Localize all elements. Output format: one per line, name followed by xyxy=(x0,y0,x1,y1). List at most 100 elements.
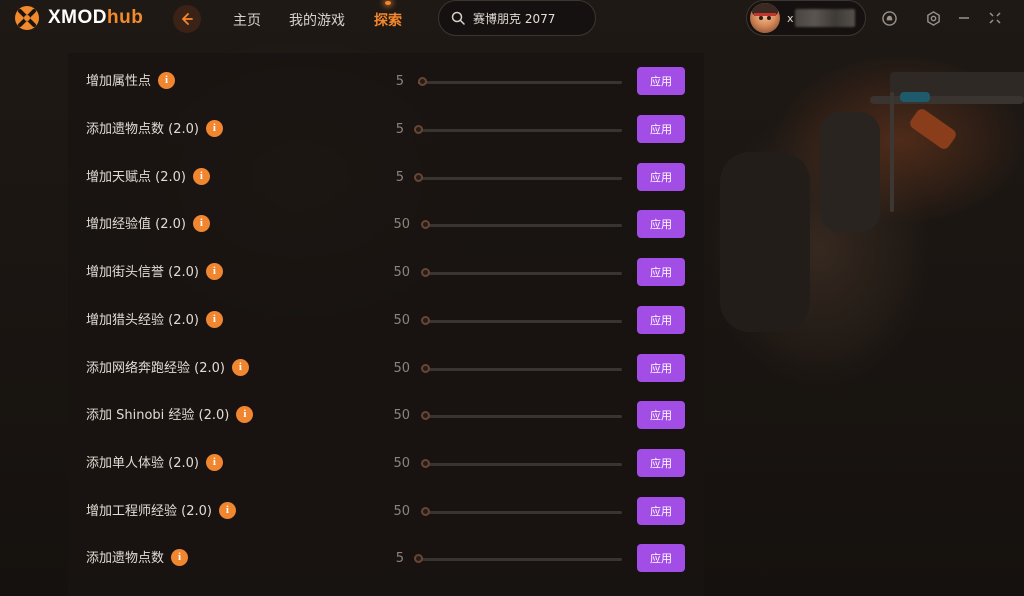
apply-button[interactable]: 应用 xyxy=(637,115,685,143)
value-slider[interactable] xyxy=(421,316,622,325)
slider-handle[interactable] xyxy=(418,77,428,86)
background-artwork xyxy=(700,52,1024,596)
option-row: 增加工程师经验 (2.0) i 50 应用 xyxy=(68,492,704,532)
slider-handle[interactable] xyxy=(414,173,423,182)
value-slider[interactable] xyxy=(414,125,622,134)
option-label-text: 添加遗物点数 xyxy=(86,551,165,566)
option-value: 5 xyxy=(395,170,404,185)
nav-my-games[interactable]: 我的游戏 xyxy=(289,10,345,30)
option-label: 增加经验值 (2.0) i xyxy=(86,205,210,245)
value-slider[interactable] xyxy=(421,364,622,373)
option-row: 增加属性点 i 5 应用 xyxy=(68,62,704,102)
info-icon[interactable]: i xyxy=(205,454,223,471)
option-label: 添加单人体验 (2.0) i xyxy=(86,444,223,484)
active-nav-indicator xyxy=(385,1,391,5)
slider-handle[interactable] xyxy=(421,507,430,516)
option-label: 添加网络奔跑经验 (2.0) i xyxy=(86,349,249,389)
slider-handle[interactable] xyxy=(421,220,430,229)
back-button[interactable] xyxy=(173,5,201,33)
value-slider[interactable] xyxy=(421,220,622,229)
slider-handle[interactable] xyxy=(421,316,430,325)
option-label: 添加 Shinobi 经验 (2.0) i xyxy=(86,396,254,436)
username: x xyxy=(787,12,794,25)
value-slider[interactable] xyxy=(414,173,622,182)
info-icon[interactable]: i xyxy=(158,72,176,89)
apply-button[interactable]: 应用 xyxy=(637,163,685,191)
slider-handle[interactable] xyxy=(421,364,430,373)
option-label: 增加天赋点 (2.0) i xyxy=(86,158,210,198)
option-label-text: 增加天赋点 (2.0) xyxy=(86,170,186,185)
info-icon[interactable]: i xyxy=(192,168,210,185)
apply-button[interactable]: 应用 xyxy=(637,306,685,334)
fullscreen-icon[interactable] xyxy=(987,10,1003,26)
settings-icon[interactable] xyxy=(925,10,941,26)
value-slider[interactable] xyxy=(421,507,622,516)
info-icon[interactable]: i xyxy=(205,263,223,280)
info-icon[interactable]: i xyxy=(205,311,223,328)
app-logo[interactable]: XMODhub xyxy=(14,5,143,31)
option-row: 添加 Shinobi 经验 (2.0) i 50 应用 xyxy=(68,396,704,436)
logo-text: XMODhub xyxy=(48,7,144,28)
option-label-text: 增加工程师经验 (2.0) xyxy=(86,504,212,519)
option-label-text: 增加猎头经验 (2.0) xyxy=(86,313,199,328)
option-value: 50 xyxy=(393,361,410,376)
slider-handle[interactable] xyxy=(414,125,423,134)
option-label-text: 增加经验值 (2.0) xyxy=(86,217,186,232)
slider-handle[interactable] xyxy=(421,268,430,277)
option-value: 5 xyxy=(395,551,404,566)
option-row: 添加单人体验 (2.0) i 50 应用 xyxy=(68,444,704,484)
cheat-options-panel: 增加属性点 i 5 应用 添加遗物点数 (2.0) i 5 应用 增加天赋点 (2.0) i 5 应用… xyxy=(68,53,704,596)
option-row: 增加经验值 (2.0) i 50 应用 xyxy=(68,205,704,245)
value-slider[interactable] xyxy=(418,77,622,86)
option-value: 50 xyxy=(393,265,410,280)
option-label-text: 增加属性点 xyxy=(86,74,152,89)
apply-button[interactable]: 应用 xyxy=(637,401,685,429)
logo-icon xyxy=(14,5,40,31)
avatar xyxy=(750,3,780,33)
option-value: 50 xyxy=(393,456,410,471)
option-label-text: 添加 Shinobi 经验 (2.0) xyxy=(86,408,230,423)
info-icon[interactable]: i xyxy=(218,502,236,519)
apply-button[interactable]: 应用 xyxy=(637,354,685,382)
value-slider[interactable] xyxy=(421,459,622,468)
value-slider[interactable] xyxy=(414,554,622,563)
apply-button[interactable]: 应用 xyxy=(637,258,685,286)
user-profile[interactable]: x xyxy=(746,0,866,36)
apply-button[interactable]: 应用 xyxy=(637,544,685,572)
value-slider[interactable] xyxy=(421,268,622,277)
info-icon[interactable]: i xyxy=(171,549,189,566)
nav-home[interactable]: 主页 xyxy=(233,10,261,30)
option-label: 增加工程师经验 (2.0) i xyxy=(86,492,236,532)
option-value: 50 xyxy=(393,217,410,232)
apply-button[interactable]: 应用 xyxy=(637,210,685,238)
info-icon[interactable]: i xyxy=(236,406,254,423)
apply-button[interactable]: 应用 xyxy=(637,497,685,525)
option-row: 增加街头信誉 (2.0) i 50 应用 xyxy=(68,253,704,293)
option-label: 增加猎头经验 (2.0) i xyxy=(86,301,223,341)
info-icon[interactable]: i xyxy=(192,215,210,232)
search-box[interactable]: 赛博朋克 2077 xyxy=(438,0,596,36)
notification-bell-icon[interactable] xyxy=(881,10,897,26)
nav-explore[interactable]: 探索 xyxy=(374,10,402,30)
option-label-text: 添加单人体验 (2.0) xyxy=(86,456,199,471)
username-redacted xyxy=(795,9,855,27)
minimize-icon[interactable] xyxy=(956,10,972,26)
arrow-left-icon xyxy=(182,13,193,25)
slider-handle[interactable] xyxy=(414,554,423,563)
option-row: 增加猎头经验 (2.0) i 50 应用 xyxy=(68,301,704,341)
value-slider[interactable] xyxy=(421,411,622,420)
search-input[interactable]: 赛博朋克 2077 xyxy=(473,10,555,27)
slider-handle[interactable] xyxy=(421,459,430,468)
info-icon[interactable]: i xyxy=(205,120,223,137)
option-value: 5 xyxy=(395,74,404,89)
info-icon[interactable]: i xyxy=(231,359,249,376)
option-value: 50 xyxy=(393,408,410,423)
option-label: 添加遗物点数 (2.0) i xyxy=(86,110,223,150)
option-label-text: 添加网络奔跑经验 (2.0) xyxy=(86,361,225,376)
option-value: 5 xyxy=(395,122,404,137)
apply-button[interactable]: 应用 xyxy=(637,449,685,477)
apply-button[interactable]: 应用 xyxy=(637,67,685,95)
option-label: 增加属性点 i xyxy=(86,62,176,102)
slider-handle[interactable] xyxy=(421,411,430,420)
option-label-text: 添加遗物点数 (2.0) xyxy=(86,122,199,137)
